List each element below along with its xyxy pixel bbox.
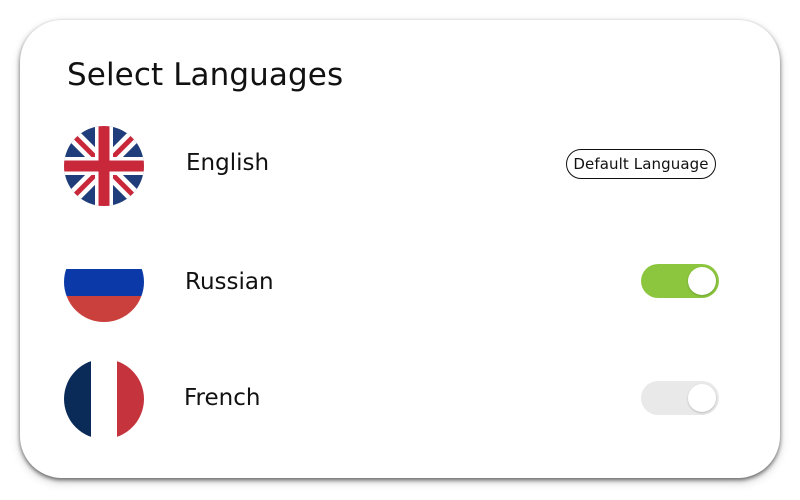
russian-toggle[interactable]	[641, 264, 719, 298]
uk-flag-icon	[64, 126, 144, 206]
dialog-title: Select Languages	[67, 57, 344, 93]
toggle-knob	[688, 267, 716, 295]
france-flag-icon	[64, 359, 144, 439]
default-language-badge: Default Language	[566, 149, 716, 179]
language-label-french: French	[184, 385, 261, 411]
toggle-knob	[688, 384, 716, 412]
russia-flag-icon	[64, 242, 144, 322]
french-toggle[interactable]	[641, 381, 719, 415]
language-settings-card: Select Languages English Default Languag…	[20, 20, 780, 478]
language-label-english: English	[186, 150, 270, 176]
language-label-russian: Russian	[185, 269, 274, 295]
